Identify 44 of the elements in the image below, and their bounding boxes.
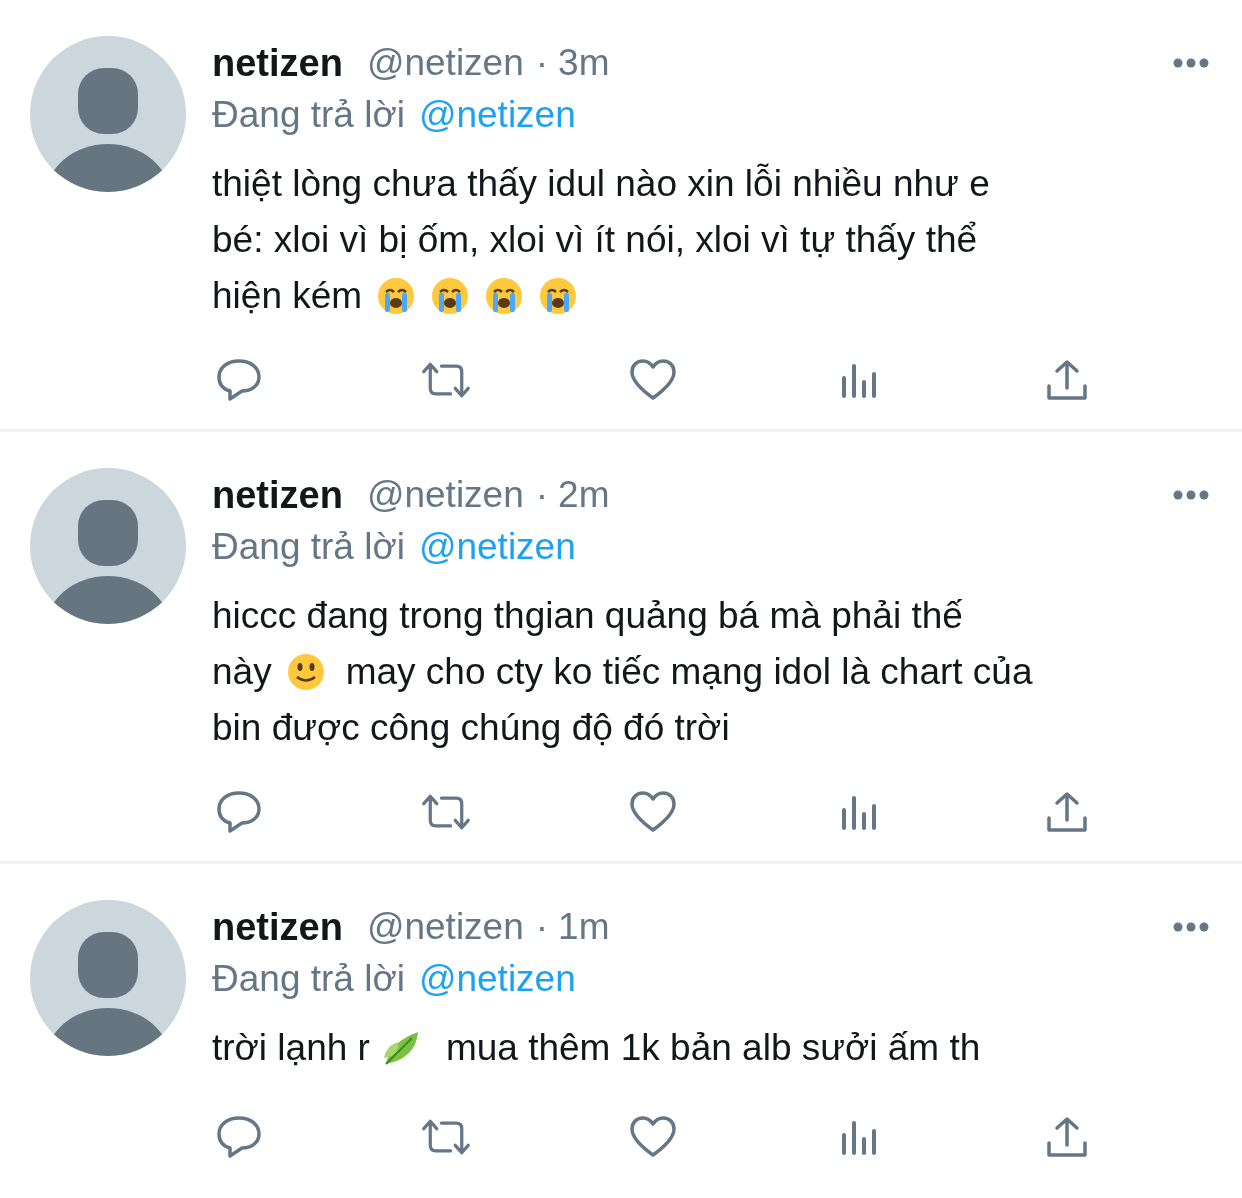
more-icon[interactable]: [1172, 921, 1210, 933]
tweet-text: hiccc đang trong thgian quảng bá mà phải thế: [212, 594, 963, 638]
user-name[interactable]: netizen: [212, 41, 343, 85]
crying-face-icon: [538, 276, 579, 316]
user-handle[interactable]: @netizen: [366, 906, 524, 948]
reply-icon: [216, 790, 262, 834]
tweet-text: bé: xloi vì bị ốm, xloi vì ít nói, xloi vì tự thấy thể: [212, 218, 978, 262]
timestamp: 3m: [558, 42, 610, 84]
mention-link[interactable]: @netizen: [418, 526, 576, 568]
mention-link[interactable]: @netizen: [418, 94, 576, 136]
tweet-text: trời lạnh r: [212, 1026, 370, 1070]
reply-icon: [216, 358, 262, 402]
tweet-text: thiệt lòng chưa thấy idul nào xin lỗi nhiều như e: [212, 162, 990, 206]
separator-dot: ·: [535, 906, 549, 948]
user-handle[interactable]: @netizen: [366, 42, 524, 84]
tweet-text: hiện kém: [212, 274, 363, 318]
reply-icon: [216, 1115, 262, 1159]
crying-face-icon: [376, 276, 417, 316]
user-name[interactable]: netizen: [212, 473, 343, 517]
tweet-text: này: [212, 650, 272, 694]
user-name[interactable]: netizen: [212, 905, 343, 949]
reply-label: Đang trả lời: [212, 958, 405, 1000]
separator-dot: ·: [535, 474, 549, 516]
crying-face-icon: [484, 276, 525, 316]
mention-link[interactable]: @netizen: [418, 958, 576, 1000]
heart-icon: [629, 790, 677, 834]
tweet-text: mua thêm 1k bản alb sưởi ấm th: [445, 1026, 981, 1070]
more-icon[interactable]: [1172, 489, 1210, 501]
tweet-text: may cho cty ko tiếc mạng idol là chart của: [345, 650, 1033, 694]
heart-icon: [629, 1115, 677, 1159]
share-icon: [1045, 358, 1089, 402]
reply-label: Đang trả lời: [212, 94, 405, 136]
reply-label: Đang trả lời: [212, 526, 405, 568]
share-icon: [1045, 790, 1089, 834]
timestamp: 1m: [558, 906, 610, 948]
crying-face-icon: [430, 276, 471, 316]
separator-dot: ·: [535, 42, 549, 84]
tweet-text: bin được công chúng độ đó trời: [212, 706, 730, 750]
more-icon[interactable]: [1172, 57, 1210, 69]
user-handle[interactable]: @netizen: [366, 474, 524, 516]
share-icon: [1045, 1115, 1089, 1159]
timestamp: 2m: [558, 474, 610, 516]
heart-icon: [629, 358, 677, 402]
smiling-face-icon: [285, 652, 326, 692]
